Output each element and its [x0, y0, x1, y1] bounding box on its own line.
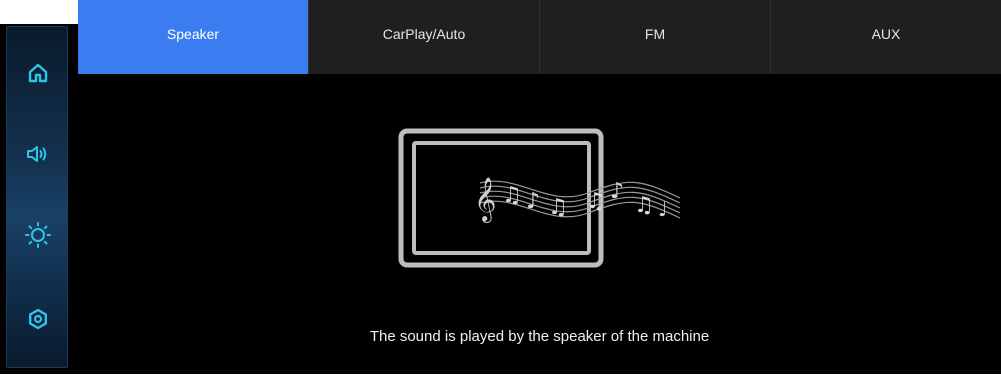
- tab-speaker[interactable]: Speaker: [78, 0, 309, 74]
- volume-icon: [27, 146, 47, 162]
- bottom-gap: [0, 374, 1001, 379]
- sidebar-item-home[interactable]: [7, 43, 69, 103]
- svg-text:♪: ♪: [526, 189, 540, 214]
- svg-text:𝄞: 𝄞: [474, 177, 496, 223]
- svg-text:♫: ♫: [502, 183, 522, 208]
- svg-text:♫: ♫: [586, 189, 606, 214]
- settings-icon: [29, 308, 47, 330]
- sidebar-item-sound[interactable]: [7, 124, 69, 184]
- tab-fm[interactable]: FM: [540, 0, 771, 74]
- tab-carplay-auto[interactable]: CarPlay/Auto: [309, 0, 540, 74]
- sidebar-item-brightness[interactable]: [7, 205, 69, 265]
- svg-text:♪: ♪: [610, 179, 624, 204]
- speaker-music-icon: 𝄞 ♫ ♪ ♫ ♫ ♪ ♫ ♩: [398, 128, 681, 268]
- sidebar: [6, 26, 68, 368]
- tab-label: AUX: [871, 26, 901, 42]
- tab-label: Speaker: [166, 26, 220, 42]
- source-tabs: Speaker CarPlay/Auto FM AUX: [78, 0, 1001, 74]
- tab-aux[interactable]: AUX: [771, 0, 1001, 74]
- speaker-description: The sound is played by the speaker of th…: [369, 328, 710, 345]
- audio-source-screen: Speaker CarPlay/Auto FM AUX 𝄞 ♫ ♪ ♫ ♫ ♪ …: [0, 0, 1001, 379]
- tab-label: FM: [644, 26, 666, 42]
- top-left-gap: [0, 0, 78, 24]
- brightness-icon: [25, 222, 51, 248]
- sidebar-item-settings[interactable]: [7, 289, 69, 349]
- tab-label: CarPlay/Auto: [382, 26, 466, 42]
- svg-text:♫: ♫: [548, 195, 568, 220]
- svg-text:♫: ♫: [634, 193, 654, 218]
- home-icon: [28, 63, 48, 83]
- svg-text:♩: ♩: [658, 197, 667, 221]
